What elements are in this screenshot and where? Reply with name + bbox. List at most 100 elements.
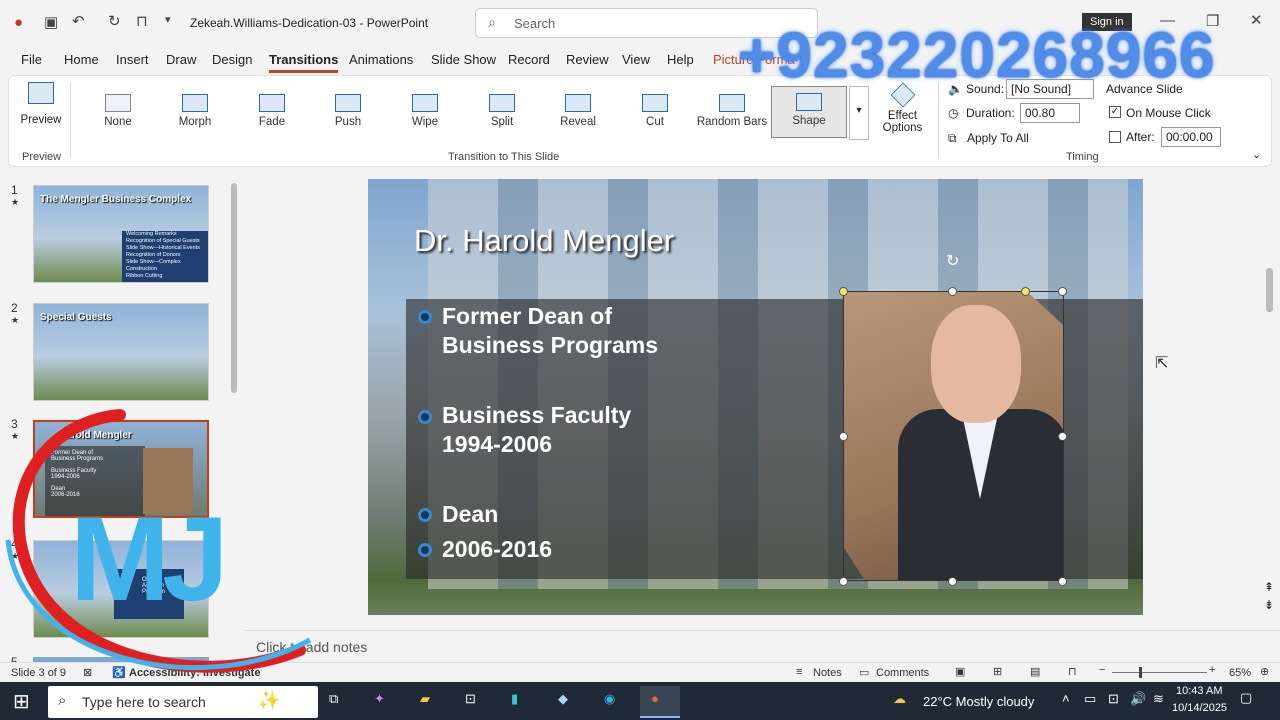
- collapse-ribbon-icon[interactable]: ⌄: [1252, 148, 1261, 161]
- task-view-icon[interactable]: ⧉: [329, 691, 338, 707]
- network-icon[interactable]: ⊡: [1108, 691, 1119, 707]
- redo-icon[interactable]: ↻: [108, 12, 121, 30]
- previous-slide-icon[interactable]: ⇞: [1264, 580, 1274, 594]
- resize-handle[interactable]: [839, 577, 848, 586]
- resize-handle[interactable]: [1058, 577, 1067, 586]
- file-explorer-icon[interactable]: ▰: [420, 691, 430, 707]
- menu-record[interactable]: Record: [508, 52, 550, 67]
- slide-scrollbar[interactable]: [1266, 268, 1273, 312]
- undo-icon[interactable]: ↶: [72, 12, 85, 30]
- menu-animations[interactable]: Animations: [349, 52, 413, 67]
- duration-input[interactable]: 00.80: [1020, 103, 1080, 123]
- resize-handle[interactable]: [948, 577, 957, 586]
- transition-push[interactable]: Push: [313, 88, 383, 140]
- zoom-level[interactable]: 65%: [1229, 667, 1251, 679]
- rotate-handle-icon[interactable]: ↻: [946, 251, 959, 271]
- menu-file[interactable]: File: [21, 52, 42, 67]
- animation-star-icon: ★: [11, 315, 20, 325]
- wifi-icon[interactable]: ≋: [1153, 691, 1164, 707]
- adjust-handle[interactable]: [1021, 287, 1030, 296]
- thumbnail-line: Welcoming Remarks: [126, 231, 177, 237]
- reading-view-icon[interactable]: ▤: [1030, 665, 1040, 678]
- battery-icon[interactable]: ▭: [1084, 691, 1096, 707]
- bullet-text[interactable]: Business Faculty 1994-2006: [442, 401, 631, 459]
- transition-reveal[interactable]: Reveal: [543, 88, 613, 140]
- menu-slide-show[interactable]: Slide Show: [431, 52, 496, 67]
- slide-title[interactable]: Dr. Harold Mengler: [414, 223, 674, 259]
- taskbar-search-input[interactable]: ⌕ Type here to search ✨: [48, 686, 318, 718]
- notes-pane[interactable]: Click to add notes: [245, 630, 1280, 662]
- normal-view-icon[interactable]: ▣: [955, 665, 965, 678]
- preview-label: Preview: [20, 114, 62, 126]
- menu-design[interactable]: Design: [212, 52, 252, 67]
- comments-icon: ▭: [859, 667, 870, 679]
- customize-toolbar-icon[interactable]: ▾: [165, 13, 171, 26]
- preview-group-label: Preview: [22, 151, 62, 163]
- zoom-in-icon[interactable]: +: [1209, 664, 1215, 676]
- transition-shape[interactable]: Shape: [771, 86, 847, 138]
- slide-thumbnail-1[interactable]: The Mengler Business Complex Welcoming R…: [33, 185, 209, 283]
- zoom-out-icon[interactable]: −: [1099, 664, 1105, 676]
- portrait-photo[interactable]: [843, 291, 1064, 581]
- notifications-icon[interactable]: ▢: [1240, 690, 1252, 706]
- transitions-gallery-more-button[interactable]: ▾: [849, 86, 869, 140]
- powerpoint-taskbar-button[interactable]: ●: [640, 686, 680, 718]
- menu-view[interactable]: View: [622, 52, 650, 67]
- resize-handle[interactable]: [1058, 432, 1067, 441]
- next-slide-icon[interactable]: ⇟: [1264, 598, 1274, 612]
- transition-label: Shape: [792, 115, 826, 127]
- on-mouse-click-label: On Mouse Click: [1126, 106, 1211, 120]
- resize-handle[interactable]: [1058, 287, 1067, 296]
- volume-icon[interactable]: 🔊: [1130, 691, 1146, 707]
- slide-sorter-icon[interactable]: ⊞: [993, 665, 1002, 678]
- bullet-text[interactable]: 2006-2016: [442, 535, 552, 564]
- resize-handle[interactable]: [839, 432, 848, 441]
- copilot-icon[interactable]: ✦: [374, 691, 385, 707]
- on-mouse-click-checkbox[interactable]: ✓: [1109, 106, 1121, 118]
- present-icon[interactable]: ⊓: [136, 12, 148, 30]
- close-icon[interactable]: ✕: [1250, 11, 1263, 29]
- transition-none[interactable]: None: [83, 88, 153, 140]
- adjust-handle[interactable]: [839, 287, 848, 296]
- menu-review[interactable]: Review: [566, 52, 609, 67]
- resize-handle[interactable]: [948, 287, 957, 296]
- app-icon[interactable]: ◆: [558, 691, 568, 707]
- transition-random-bars[interactable]: Random Bars: [692, 88, 772, 140]
- edge-icon[interactable]: ◉: [604, 691, 615, 707]
- notes-button[interactable]: Notes: [813, 667, 842, 679]
- slide-canvas[interactable]: Dr. Harold Mengler Former Dean of Busine…: [368, 179, 1143, 615]
- slide-thumbnail-2[interactable]: Special Guests: [33, 303, 209, 401]
- after-checkbox[interactable]: [1109, 131, 1121, 143]
- comments-button[interactable]: Comments: [876, 667, 929, 679]
- zoom-slider[interactable]: [1112, 672, 1207, 673]
- bullet-text[interactable]: Dean: [442, 500, 498, 529]
- apply-to-all-button[interactable]: Apply To All: [967, 131, 1029, 145]
- preview-button[interactable]: Preview: [18, 82, 64, 128]
- transition-wipe[interactable]: Wipe: [390, 88, 460, 140]
- transition-morph[interactable]: Morph: [160, 88, 230, 140]
- transition-cut[interactable]: Cut: [620, 88, 690, 140]
- clock-date[interactable]: 10/14/2025: [1172, 702, 1227, 714]
- bullet-text[interactable]: Former Dean of Business Programs: [442, 302, 658, 360]
- menu-transitions[interactable]: Transitions: [269, 52, 339, 73]
- menu-help[interactable]: Help: [667, 52, 694, 67]
- menu-insert[interactable]: Insert: [116, 52, 149, 67]
- apply-all-icon: ⧉: [948, 131, 957, 145]
- thumbnail-scrollbar[interactable]: [231, 183, 237, 393]
- terminal-icon[interactable]: ▮: [511, 691, 518, 707]
- weather-text[interactable]: 22°C Mostly cloudy: [923, 694, 1034, 709]
- windows-start-icon[interactable]: ⊞: [13, 689, 30, 714]
- fit-to-window-icon[interactable]: ⊕: [1260, 665, 1269, 678]
- save-icon[interactable]: ▣: [44, 13, 58, 31]
- store-icon[interactable]: ⊡: [465, 691, 476, 707]
- slide-show-icon[interactable]: ⊓: [1068, 665, 1077, 678]
- slide-number: 1: [11, 183, 18, 197]
- transition-split[interactable]: Split: [467, 88, 537, 140]
- menu-draw[interactable]: Draw: [166, 52, 196, 67]
- after-input[interactable]: 00:00.00: [1161, 127, 1221, 147]
- clock-time[interactable]: 10:43 AM: [1176, 685, 1222, 697]
- zoom-slider-thumb[interactable]: [1139, 667, 1142, 678]
- menu-home[interactable]: Home: [64, 52, 99, 67]
- transition-fade[interactable]: Fade: [237, 88, 307, 140]
- tray-expand-icon[interactable]: ˄: [1062, 691, 1070, 706]
